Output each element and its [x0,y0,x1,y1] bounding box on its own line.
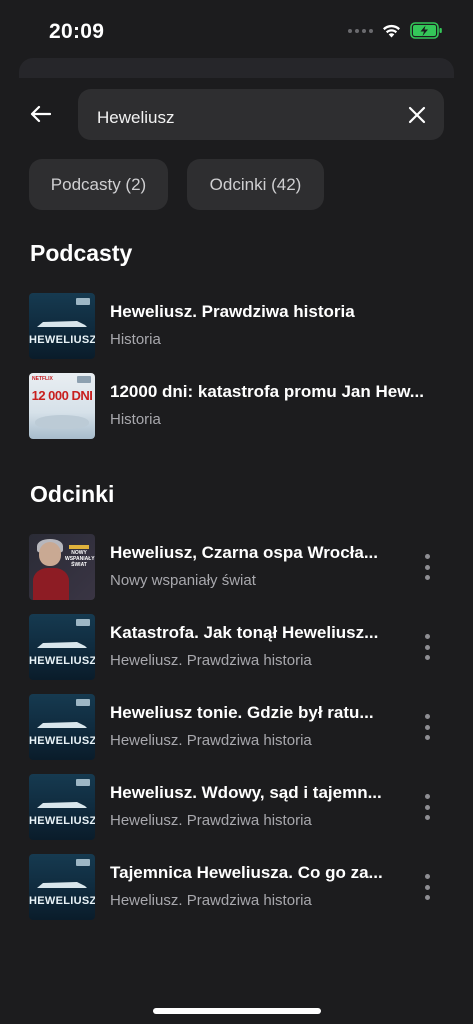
podcast-title: 12000 dni: katastrofa promu Jan Hew... [110,382,424,401]
episode-item[interactable]: HEWELIUSZ Katastrofa. Jak tonął Hewelius… [29,614,449,680]
more-options-button[interactable] [419,872,435,902]
sheet-edge [19,58,454,78]
more-options-button[interactable] [419,632,435,662]
podcast-category: Historia [110,331,161,348]
episode-artwork: NOWY WSPANIAŁY ŚWIAT [29,534,95,600]
episode-title: Katastrofa. Jak tonął Heweliusz... [110,623,379,642]
back-arrow-icon [30,105,51,123]
podcasts-section-title: Podcasty [30,240,133,266]
episode-title: Heweliusz, Czarna ospa Wrocła... [110,543,378,562]
episode-podcast-name: Heweliusz. Prawdziwa historia [110,652,312,669]
close-icon [408,106,426,124]
podcast-item[interactable]: HEWELIUSZ Heweliusz. Prawdziwa historia … [29,293,449,359]
filter-episodes-chip[interactable]: Odcinki (42) [187,159,324,210]
episode-podcast-name: Heweliusz. Prawdziwa historia [110,732,312,749]
podcast-title: Heweliusz. Prawdziwa historia [110,302,355,321]
clear-search-button[interactable] [406,104,428,126]
episode-title: Heweliusz tonie. Gdzie był ratu... [110,703,374,722]
filter-podcasts-chip[interactable]: Podcasty (2) [29,159,168,210]
episodes-section-title: Odcinki [30,481,115,507]
episode-podcast-name: Nowy wspaniały świat [110,572,256,589]
more-options-button[interactable] [419,792,435,822]
search-input[interactable]: Heweliusz [78,89,444,140]
episode-artwork: HEWELIUSZ [29,614,95,680]
wifi-icon [381,23,402,39]
podcast-artwork: NETFLIX 12 000 DNI [29,373,95,439]
back-button[interactable] [26,100,54,128]
status-bar: 20:09 [0,0,473,60]
status-time: 20:09 [49,20,105,43]
episode-title: Heweliusz. Wdowy, sąd i tajemn... [110,783,382,802]
episode-podcast-name: Heweliusz. Prawdziwa historia [110,892,312,909]
episode-item[interactable]: HEWELIUSZ Heweliusz tonie. Gdzie był rat… [29,694,449,760]
episode-artwork: HEWELIUSZ [29,694,95,760]
podcast-artwork: HEWELIUSZ [29,293,95,359]
search-query-text[interactable]: Heweliusz [97,102,174,128]
episode-item[interactable]: HEWELIUSZ Heweliusz. Wdowy, sąd i tajemn… [29,774,449,840]
more-options-button[interactable] [419,712,435,742]
podcast-item[interactable]: NETFLIX 12 000 DNI 12000 dni: katastrofa… [29,373,449,439]
more-options-button[interactable] [419,552,435,582]
episode-item[interactable]: NOWY WSPANIAŁY ŚWIAT Heweliusz, Czarna o… [29,534,449,600]
episode-artwork: HEWELIUSZ [29,854,95,920]
battery-charging-icon [410,22,443,39]
status-icons [348,22,443,39]
episode-item[interactable]: HEWELIUSZ Tajemnica Heweliusza. Co go za… [29,854,449,920]
episode-artwork: HEWELIUSZ [29,774,95,840]
episode-podcast-name: Heweliusz. Prawdziwa historia [110,812,312,829]
podcast-category: Historia [110,411,161,428]
cellular-signal-icon [348,28,373,33]
episode-title: Tajemnica Heweliusza. Co go za... [110,863,383,882]
home-indicator[interactable] [153,1008,321,1014]
